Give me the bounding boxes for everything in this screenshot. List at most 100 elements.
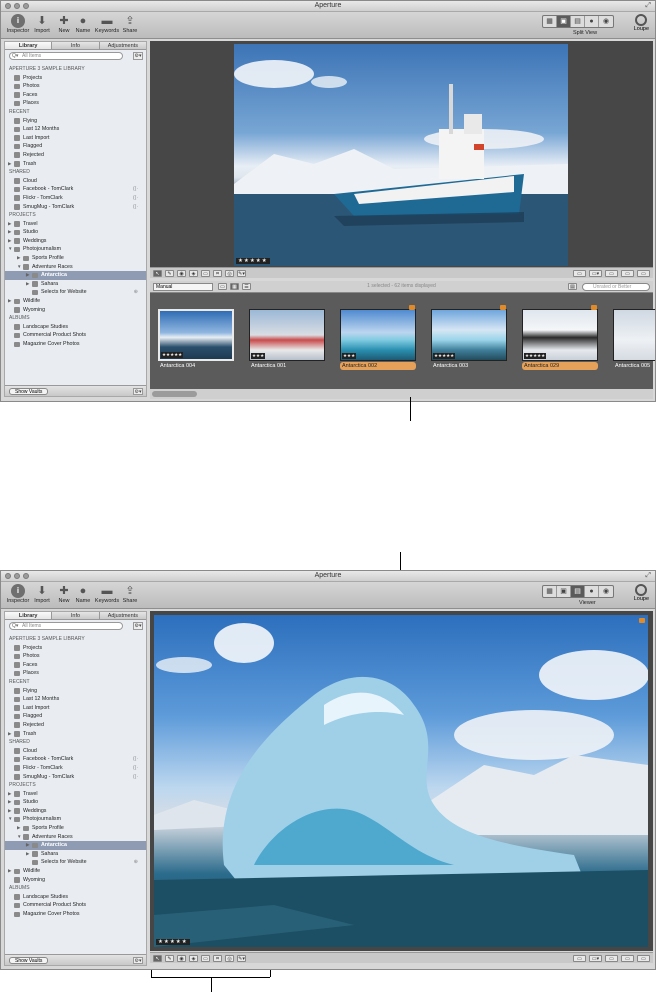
rating-stars[interactable]: ★★★★★ xyxy=(236,258,270,264)
sidebar-item[interactable]: Facebook - TomClark ((· xyxy=(5,185,146,194)
sidebar-item[interactable]: Projects xyxy=(5,644,146,653)
action-menu-button[interactable]: ⚙▾ xyxy=(133,52,143,60)
display-option-icon[interactable]: ▭ xyxy=(621,954,634,962)
disclosure-triangle-icon[interactable]: ▼ xyxy=(8,245,12,254)
disclosure-triangle-icon[interactable]: ▶ xyxy=(8,237,11,246)
sidebar-item[interactable]: Places xyxy=(5,669,146,678)
adjustment-tool-icon[interactable]: ◈ xyxy=(189,954,198,962)
thumbnail-image[interactable]: ★★★ xyxy=(340,309,416,361)
sidebar-item[interactable]: Selects for Website ⊕ xyxy=(5,858,146,867)
disclosure-triangle-icon[interactable]: ▶ xyxy=(26,271,29,280)
photo-thumbnail[interactable]: ★★★ Antarctica 001 xyxy=(249,309,325,370)
sidebar-item[interactable]: Cloud xyxy=(5,747,146,756)
filter-hud-icon[interactable]: ▤ xyxy=(568,282,577,290)
thumbnail-image[interactable]: ★★★★★ xyxy=(522,309,598,361)
sidebar-item[interactable]: Commercial Product Shots xyxy=(5,331,146,340)
sidebar-item[interactable]: Flying xyxy=(5,117,146,126)
adjustment-tool-icon[interactable]: ◎ xyxy=(225,269,234,277)
sidebar-item[interactable]: Facebook - TomClark ((· xyxy=(5,755,146,764)
adjustment-tool-icon[interactable]: ▭ xyxy=(201,954,210,962)
iceberg-photo[interactable]: ★★★★★ xyxy=(154,615,648,947)
sidebar-item[interactable]: Magazine Cover Photos xyxy=(5,910,146,919)
ship-photo[interactable]: ★★★★★ xyxy=(234,44,568,266)
adjustment-tool-icon[interactable]: ✎ xyxy=(165,269,174,277)
tab-adjustments[interactable]: Adjustments xyxy=(99,612,146,619)
thumbnail-image[interactable] xyxy=(613,309,655,361)
sidebar-item[interactable]: Flagged xyxy=(5,712,146,721)
photo-thumbnail[interactable]: Antarctica 005 xyxy=(613,309,655,370)
sidebar-item[interactable]: Wyoming xyxy=(5,306,146,315)
split-view-button[interactable]: ▣ xyxy=(557,16,571,27)
display-option-icon[interactable]: ▭ xyxy=(637,269,650,277)
library-search-input[interactable]: Q▾ All Items xyxy=(9,622,123,630)
sidebar-item[interactable]: Commercial Product Shots xyxy=(5,901,146,910)
browser-view-button[interactable]: ▦ xyxy=(543,16,557,27)
sidebar-item[interactable]: Flickr - TomClark ((· xyxy=(5,764,146,773)
thumbnail-image[interactable]: ★★★★★ xyxy=(158,309,234,361)
disclosure-triangle-icon[interactable]: ▶ xyxy=(8,730,11,739)
fullscreen-icon[interactable]: ⤢ xyxy=(645,2,651,10)
sidebar-item[interactable]: ▶ Weddings xyxy=(5,237,146,246)
sidebar-item[interactable]: Selects for Website ⊕ xyxy=(5,288,146,297)
filmstrip-scrollbar[interactable] xyxy=(150,389,653,399)
display-option-icon[interactable]: ▭ xyxy=(637,954,650,962)
faces-view-button[interactable]: ● xyxy=(585,586,599,597)
inspector-button[interactable]: i Inspector xyxy=(5,584,31,605)
sidebar-item[interactable]: ▶ Sahara xyxy=(5,280,146,289)
sidebar-item[interactable]: ▶ Sports Profile xyxy=(5,824,146,833)
tab-info[interactable]: Info xyxy=(52,612,100,619)
viewer-button[interactable]: ▤ xyxy=(571,16,585,27)
display-option-icon[interactable]: ▭▾ xyxy=(589,269,602,277)
photo-thumbnail[interactable]: ★★★★★ Antarctica 029 xyxy=(522,305,598,370)
disclosure-triangle-icon[interactable]: ▼ xyxy=(17,833,21,842)
sidebar-item[interactable]: Projects xyxy=(5,74,146,83)
sidebar-item[interactable]: SmugMug - TomClark ((· xyxy=(5,773,146,782)
disclosure-triangle-icon[interactable]: ▶ xyxy=(26,280,29,289)
adjustment-tool-icon[interactable]: ⌗ xyxy=(213,269,222,277)
places-view-button[interactable]: ◉ xyxy=(599,586,613,597)
sidebar-item[interactable]: SmugMug - TomClark ((· xyxy=(5,203,146,212)
share-button[interactable]: ⇪ Share xyxy=(117,584,143,605)
browser-view-button[interactable]: ▦ xyxy=(543,586,557,597)
sidebar-item[interactable]: ▶ Studio xyxy=(5,798,146,807)
disclosure-triangle-icon[interactable]: ▶ xyxy=(8,297,11,306)
fullscreen-icon[interactable]: ⤢ xyxy=(645,572,651,580)
tab-adjustments[interactable]: Adjustments xyxy=(99,42,146,49)
display-option-icon[interactable]: ▭▾ xyxy=(589,954,602,962)
sidebar-item[interactable]: Faces xyxy=(5,661,146,670)
show-vaults-button[interactable]: Show Vaults xyxy=(9,956,49,964)
sidebar-item[interactable]: Landscape Studies xyxy=(5,893,146,902)
tab-library[interactable]: Library xyxy=(5,612,53,619)
sidebar-item[interactable]: ▶ Travel xyxy=(5,790,146,799)
disclosure-triangle-icon[interactable]: ▶ xyxy=(26,850,29,859)
share-button[interactable]: ⇪ Share xyxy=(117,14,143,35)
sidebar-item[interactable]: Places xyxy=(5,99,146,108)
adjustment-tool-icon[interactable]: ✎▾ xyxy=(237,954,246,962)
library-search-input[interactable]: Q▾ All Items xyxy=(9,52,123,60)
name-button[interactable]: ● Name xyxy=(70,14,96,35)
inspector-button[interactable]: i Inspector xyxy=(5,14,31,35)
viewer-button[interactable]: ▤ xyxy=(571,586,585,597)
sidebar-item[interactable]: Last Import xyxy=(5,134,146,143)
sidebar-item[interactable]: ▶ Travel xyxy=(5,220,146,229)
faces-view-button[interactable]: ● xyxy=(585,16,599,27)
tab-info[interactable]: Info xyxy=(52,42,100,49)
adjustment-tool-icon[interactable]: ↖ xyxy=(153,954,162,962)
split-view-button[interactable]: ▣ xyxy=(557,586,571,597)
loupe-button[interactable]: Loupe xyxy=(634,584,649,602)
sidebar-item[interactable]: Photos xyxy=(5,652,146,661)
sidebar-item[interactable]: ▶ Studio xyxy=(5,228,146,237)
sidebar-item[interactable]: ▶ Trash xyxy=(5,730,146,739)
sidebar-item[interactable]: Faces xyxy=(5,91,146,100)
sidebar-item[interactable]: Last 12 Months xyxy=(5,125,146,134)
adjustment-tool-icon[interactable]: ◉ xyxy=(177,269,186,277)
photo-thumbnail[interactable]: ★★★ Antarctica 002 xyxy=(340,305,416,370)
name-button[interactable]: ● Name xyxy=(70,584,96,605)
tab-library[interactable]: Library xyxy=(5,42,53,49)
adjustment-tool-icon[interactable]: ⌗ xyxy=(213,954,222,962)
sidebar-item[interactable]: Flickr - TomClark ((· xyxy=(5,194,146,203)
rating-stars[interactable]: ★★★★★ xyxy=(156,939,190,945)
sidebar-item[interactable]: Flying xyxy=(5,687,146,696)
adjustment-tool-icon[interactable]: ◎ xyxy=(225,954,234,962)
gear-icon[interactable]: ⚙▾ xyxy=(133,387,143,395)
